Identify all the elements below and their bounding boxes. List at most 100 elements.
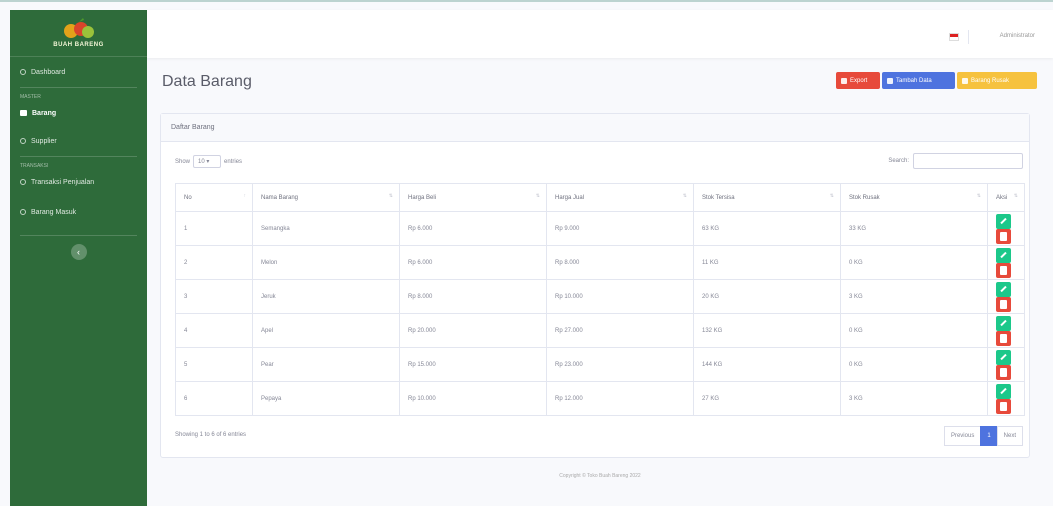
data-table: No ↑ Nama Barang ⇅ Harga Beli ⇅ Harga Jual ⇅… [175,183,1025,416]
sidebar-divider [20,235,137,236]
cell-harga-beli: Rp 6.000 [399,211,547,246]
edit-icon[interactable] [996,247,1011,263]
column-header-harga-jual[interactable]: Harga Jual ⇅ [546,183,694,212]
cell-nama: Melon [252,245,400,280]
sidebar-brand[interactable]: BUAH BARENG [10,10,147,57]
page-title: Data Barang [162,73,252,90]
top-accent-line [0,0,1053,2]
cell-stok-rusak: 0 KG [840,347,988,382]
trash-icon[interactable] [996,296,1011,312]
export-button[interactable]: Export [836,72,880,89]
cell-stok-rusak: 0 KG [840,245,988,280]
column-header-label: Stok Tersisa [702,194,735,201]
page-1-button[interactable]: 1 [980,426,998,446]
search-input[interactable] [913,153,1023,169]
cell-aksi [987,245,1025,280]
cell-nama: Pear [252,347,400,382]
column-header-nama[interactable]: Nama Barang ⇅ [252,183,400,212]
cell-aksi [987,381,1025,416]
sidebar-heading-master: MASTER [20,94,41,100]
show-label: Show [175,158,191,165]
column-header-label: No [184,194,192,201]
entries-select[interactable]: 10 ▾ [193,155,222,168]
edit-icon[interactable] [996,213,1011,229]
trash-icon[interactable] [996,262,1011,278]
trash-icon[interactable] [996,398,1011,414]
trash-icon[interactable] [996,330,1011,346]
sidebar-item-label: Barang Masuk [31,208,77,216]
table-row: 3 Jeruk Rp 8.000 Rp 10.000 20 KG 3 KG [175,279,1025,314]
column-header-no[interactable]: No ↑ [175,183,253,212]
cell-stok-tersisa: 63 KG [693,211,841,246]
sidebar-item-label: Dashboard [31,68,66,76]
sidebar-toggle-button[interactable]: ‹ [70,244,87,260]
sort-icon: ⇅ [682,193,687,199]
cell-aksi [987,279,1025,314]
cell-harga-beli: Rp 10.000 [399,381,547,416]
sort-icon: ⇅ [388,193,393,199]
table-row: 1 Semangka Rp 6.000 Rp 9.000 63 KG 33 KG [175,211,1025,246]
export-label: Export [850,77,868,84]
table-row: 6 Pepaya Rp 10.000 Rp 12.000 27 KG 3 KG [175,381,1025,416]
sidebar-item-dashboard[interactable]: Dashboard [10,61,147,83]
sort-icon: ⇅ [976,193,981,199]
column-header-stok-rusak[interactable]: Stok Rusak ⇅ [840,183,988,212]
cell-stok-rusak: 0 KG [840,313,988,348]
column-header-label: Aksi [996,194,1008,201]
truck-icon [20,138,26,144]
topbar-divider [968,30,969,44]
edit-icon[interactable] [996,349,1011,365]
column-header-stok-tersisa[interactable]: Stok Tersisa ⇅ [693,183,841,212]
table-row: 4 Apel Rp 20.000 Rp 27.000 132 KG 0 KG [175,313,1025,348]
cell-no: 2 [175,245,253,280]
add-data-button[interactable]: Tambah Data [882,72,955,89]
entries-label: entries [224,158,243,165]
sidebar-item-label: Supplier [31,137,57,145]
table-header-row: No ↑ Nama Barang ⇅ Harga Beli ⇅ Harga Jual ⇅… [175,183,1025,212]
previous-page-button[interactable]: Previous [943,426,982,446]
cell-nama: Jeruk [252,279,400,314]
column-header-label: Nama Barang [261,194,299,201]
table-row: 2 Melon Rp 6.000 Rp 8.000 11 KG 0 KG [175,245,1025,280]
box-icon [20,110,27,116]
sidebar-divider [20,87,137,88]
dashboard-icon [20,69,26,75]
cell-harga-jual: Rp 9.000 [546,211,694,246]
cell-no: 4 [175,313,253,348]
sidebar-item-barang[interactable]: Barang [10,102,147,124]
damaged-goods-button[interactable]: Barang Rusak [957,72,1037,89]
inbox-icon [20,209,26,215]
table-row: 5 Pear Rp 15.000 Rp 23.000 144 KG 0 KG [175,347,1025,382]
column-header-harga-beli[interactable]: Harga Beli ⇅ [399,183,547,212]
chevron-left-icon: ‹ [77,247,80,257]
cell-no: 3 [175,279,253,314]
plus-icon [887,77,893,84]
edit-icon[interactable] [996,315,1011,331]
cell-stok-tersisa: 11 KG [693,245,841,280]
cell-harga-jual: Rp 12.000 [546,381,694,416]
sidebar-item-transaksi-penjualan[interactable]: Transaksi Penjualan [10,171,147,193]
trash-icon[interactable] [996,228,1011,244]
file-icon [841,77,847,84]
user-name[interactable]: Administrator [1000,33,1035,39]
cell-nama: Pepaya [252,381,400,416]
flag-icon[interactable] [949,33,959,41]
cell-nama: Apel [252,313,400,348]
trash-icon[interactable] [996,364,1011,380]
card-header: Daftar Barang [161,114,1029,142]
column-header-aksi[interactable]: Aksi ⇅ [987,183,1025,212]
sidebar-item-barang-masuk[interactable]: Barang Masuk [10,201,147,223]
cell-harga-jual: Rp 8.000 [546,245,694,280]
footer-copyright: Copyright © Toko Buah Bareng 2022 [559,473,641,479]
add-data-label: Tambah Data [896,77,932,84]
next-page-button[interactable]: Next [996,426,1023,446]
sidebar-item-supplier[interactable]: Supplier [10,130,147,152]
cell-stok-rusak: 3 KG [840,279,988,314]
cell-harga-beli: Rp 15.000 [399,347,547,382]
sort-icon: ⇅ [535,193,540,199]
edit-icon[interactable] [996,281,1011,297]
cell-no: 6 [175,381,253,416]
topbar: Administrator [147,10,1053,58]
cell-stok-rusak: 33 KG [840,211,988,246]
edit-icon[interactable] [996,383,1011,399]
